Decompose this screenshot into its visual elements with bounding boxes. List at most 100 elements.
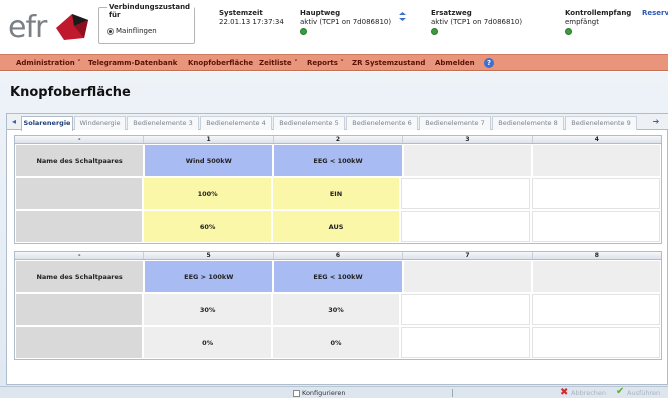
backup-route-value: aktiv (TCP1 on 7d086810) — [431, 18, 523, 26]
help-icon[interactable]: ? — [484, 58, 494, 68]
switch-pair-name-label: Name des Schaltpaares — [16, 261, 144, 292]
control-reception: Kontrollempfang empfängt — [565, 9, 631, 38]
configure-checkbox[interactable]: Konfigurieren — [293, 389, 346, 397]
switch-pair-8-name — [532, 261, 661, 292]
tab-bedienelemente-7[interactable]: Bedienelemente 7 — [419, 116, 491, 130]
connection-radio-mainflingen[interactable]: Mainflingen — [107, 27, 157, 35]
tab-scroll-left-icon[interactable]: ◂ — [9, 117, 19, 127]
control-reception-title: Kontrollempfang — [565, 9, 632, 17]
switch-grid-2: - 5 6 7 8 Name des Schaltpaares EEG > 10… — [14, 251, 662, 360]
system-time-title: Systemzeit — [219, 9, 263, 17]
grid-1-header-cell: 3 — [403, 136, 533, 143]
grid-1-row-off: 60% AUS — [15, 210, 661, 243]
tab-bedienelemente-9[interactable]: Bedienelemente 9 — [565, 116, 637, 130]
backup-route-title: Ersatzweg — [431, 9, 472, 17]
menu-zr-systemzustand[interactable]: ZR Systemzustand — [352, 59, 425, 67]
connection-title: Verbindungszustand für — [107, 3, 194, 19]
tab-bar: ◂ Solarenergie Windenergie Bedienelement… — [7, 114, 668, 131]
radio-selected-icon — [107, 27, 114, 35]
switch-7-on-button — [401, 294, 530, 325]
menu-zeitliste[interactable]: Zeitliste ˅ — [259, 59, 298, 67]
swap-route-icon[interactable] — [398, 12, 407, 21]
backup-route-status-icon — [431, 28, 438, 35]
tab-bedienelemente-8[interactable]: Bedienelemente 8 — [492, 116, 564, 130]
checkbox-icon — [293, 389, 300, 397]
grid-2-row-off: 0% 0% — [15, 326, 661, 359]
logo-text: efr — [8, 10, 47, 45]
switch-pair-4-name — [532, 145, 661, 176]
switch-1-on-button[interactable]: 100% — [144, 178, 271, 209]
switch-5-on-button[interactable]: 30% — [144, 294, 271, 325]
switch-7-off-button — [401, 327, 530, 358]
reserve: Reserv — [642, 9, 668, 18]
main-route-status-icon — [300, 28, 307, 35]
main-route-value: aktiv (TCP1 on 7d086810) — [300, 18, 392, 26]
reserve-title: Reserv — [642, 9, 668, 17]
grid-2-row-name: Name des Schaltpaares EEG > 100kW EEG < … — [15, 260, 661, 293]
switch-pair-name-label: Name des Schaltpaares — [16, 145, 144, 176]
grid-1-row-name: Name des Schaltpaares Wind 500kW EEG < 1… — [15, 144, 661, 177]
tab-bedienelemente-3[interactable]: Bedienelemente 3 — [127, 116, 199, 130]
cancel-button[interactable]: Abbrechen — [571, 389, 606, 397]
system-time: Systemzeit 22.01.13 17:37:34 — [219, 9, 284, 27]
menu-telegramm-datenbank[interactable]: Telegramm-Datenbank — [88, 59, 177, 67]
tab-bedienelemente-4[interactable]: Bedienelemente 4 — [200, 116, 272, 130]
system-time-value: 22.01.13 17:37:34 — [219, 18, 284, 26]
menu-administration[interactable]: Administration ˅ — [16, 59, 81, 67]
switch-pair-6-name[interactable]: EEG < 100kW — [274, 261, 402, 292]
row-label-empty — [16, 211, 143, 242]
status-bar: Konfigurieren ✖ Abbrechen ✔ Ausführen — [0, 386, 668, 398]
switch-5-off-button[interactable]: 0% — [144, 327, 271, 358]
logo-mark-icon — [56, 14, 88, 40]
grid-1-header-cell: 4 — [594, 136, 599, 143]
control-reception-value: empfängt — [565, 18, 599, 26]
menu-abmelden[interactable]: Abmelden — [435, 59, 475, 67]
menu-reports[interactable]: Reports ˅ — [307, 59, 344, 67]
tab-windenergie[interactable]: Windenergie — [74, 116, 126, 130]
control-reception-status-icon — [565, 28, 572, 35]
grid-2-row-on: 30% 30% — [15, 293, 661, 326]
switch-1-off-button[interactable]: 60% — [144, 211, 271, 242]
grid-1-header-cell: - — [15, 136, 145, 143]
grid-2-header-cell: 7 — [403, 252, 533, 259]
switch-3-off-button — [401, 211, 530, 242]
grid-2-header: - 5 6 7 8 — [15, 252, 661, 260]
switch-pair-1-name[interactable]: Wind 500kW — [145, 145, 273, 176]
main-route-title: Hauptweg — [300, 9, 341, 17]
grid-2-header-cell: 5 — [144, 252, 274, 259]
switch-6-off-button[interactable]: 0% — [272, 327, 400, 358]
tab-bedienelemente-5[interactable]: Bedienelemente 5 — [273, 116, 345, 130]
checkmark-icon: ✔ — [616, 386, 625, 397]
switch-pair-3-name — [403, 145, 531, 176]
switch-2-on-button[interactable]: EIN — [272, 178, 400, 209]
switch-8-off-button — [531, 327, 661, 358]
switch-4-off-button — [531, 211, 661, 242]
grid-2-header-cell: 8 — [594, 252, 599, 259]
grid-1-header-cell: 2 — [274, 136, 404, 143]
tab-bedienelemente-6[interactable]: Bedienelemente 6 — [346, 116, 418, 130]
menu-knopfoberflaeche[interactable]: Knopfoberfläche — [188, 59, 253, 67]
switch-8-on-button — [531, 294, 661, 325]
button-panel: ◂ Solarenergie Windenergie Bedienelement… — [6, 113, 668, 385]
cancel-icon: ✖ — [560, 387, 569, 398]
tab-solarenergie[interactable]: Solarenergie — [21, 116, 73, 131]
execute-button[interactable]: Ausführen — [627, 389, 660, 397]
switch-pair-2-name[interactable]: EEG < 100kW — [274, 145, 402, 176]
switch-grid-1: - 1 2 3 4 Name des Schaltpaares Wind 500… — [14, 135, 662, 244]
row-label-empty — [16, 178, 143, 209]
switch-6-on-button[interactable]: 30% — [272, 294, 400, 325]
efr-logo: efr — [8, 8, 98, 48]
main-route: Hauptweg aktiv (TCP1 on 7d086810) — [300, 9, 391, 38]
tab-scroll-right-icon[interactable]: ➔ — [651, 117, 661, 127]
grid-2-header-cell: 6 — [274, 252, 404, 259]
configure-label: Konfigurieren — [302, 389, 346, 397]
row-label-empty — [16, 294, 143, 325]
row-label-empty — [16, 327, 143, 358]
grid-1-row-on: 100% EIN — [15, 177, 661, 210]
switch-pair-5-name[interactable]: EEG > 100kW — [145, 261, 273, 292]
grid-1-header: - 1 2 3 4 — [15, 136, 661, 144]
switch-pair-7-name — [403, 261, 531, 292]
connection-state-box: Verbindungszustand für Mainflingen — [98, 3, 195, 44]
switch-2-off-button[interactable]: AUS — [272, 211, 400, 242]
status-separator — [452, 389, 453, 397]
